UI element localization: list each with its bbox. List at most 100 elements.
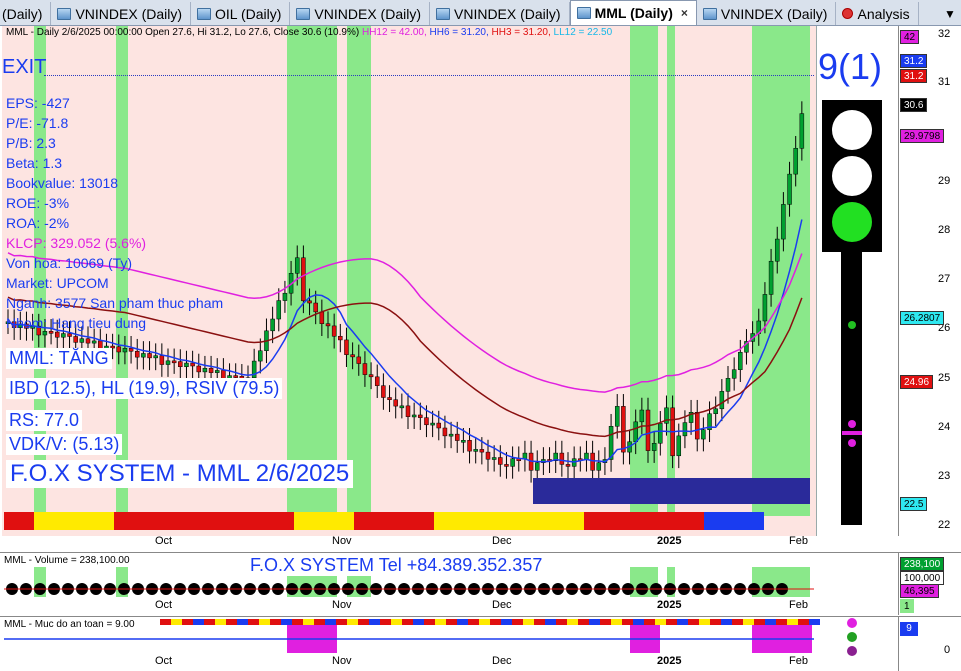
candle-body <box>430 422 435 426</box>
safety-strip-block <box>490 619 501 625</box>
vol-month-2025: 2025 <box>657 599 682 611</box>
safety-month-2025: 2025 <box>657 655 682 667</box>
candle-body <box>251 360 257 379</box>
vol-month-oct: Oct <box>155 599 173 611</box>
price-tick-label: 23 <box>938 470 951 482</box>
price-axis-tag: 30.6 <box>900 98 928 112</box>
candle-body <box>621 406 626 453</box>
tab-5[interactable]: MML (Daily) × <box>569 0 697 25</box>
analysis-icon <box>842 8 854 19</box>
tab-4[interactable]: VNINDEX (Daily) <box>430 2 570 25</box>
safety-pane[interactable]: MML - Muc do an toan = 9.00 9 0 Oct Nov … <box>0 616 961 671</box>
candle-body <box>381 385 386 398</box>
candle-body <box>338 335 343 341</box>
candle-body <box>781 204 786 240</box>
price-pane[interactable]: MML - Daily 2/6/2025 00:00:00 Open 27.6,… <box>0 26 961 550</box>
candle-body <box>424 417 429 426</box>
safety-strip-block <box>699 619 710 625</box>
candle-body <box>614 406 620 427</box>
safety-strip-block <box>787 619 798 625</box>
signal-light-bottom <box>832 202 872 242</box>
safety-month-dec: Dec <box>492 655 512 667</box>
candle-body <box>276 300 282 320</box>
tab-0[interactable]: (Daily) <box>0 2 52 25</box>
header-hh6: HH6 = 31.20, <box>429 27 489 38</box>
tab-label: Analysis <box>857 5 910 22</box>
green-zone <box>347 26 371 516</box>
status-strip-block <box>34 512 114 530</box>
candle-body <box>159 355 165 365</box>
signal-title: 9(1) <box>818 46 883 87</box>
candle-body <box>510 458 515 467</box>
safety-value-tag: 9 <box>900 622 918 636</box>
market-value: Market: UPCOM <box>6 275 109 291</box>
bookvalue-value: Bookvalue: 13018 <box>6 175 119 191</box>
signal-light-middle <box>832 156 872 196</box>
candle-body <box>73 336 78 343</box>
candle-body <box>350 354 355 358</box>
tab-1[interactable]: VNINDEX (Daily) <box>51 2 192 25</box>
support-zone <box>533 478 810 504</box>
safety-strip-block <box>556 619 567 625</box>
candle-body <box>67 333 72 337</box>
safety-strip-block <box>171 619 182 625</box>
safety-strip-block <box>732 619 743 625</box>
candle-body <box>651 442 657 451</box>
candle-body <box>399 405 405 409</box>
candle-body <box>190 362 195 367</box>
candle-body <box>282 292 288 301</box>
price-axis-tag: 22.5 <box>900 497 928 511</box>
volume-title: MML - Volume = 238,100.00 <box>4 555 130 566</box>
tab-label: VNINDEX (Daily) <box>75 5 183 22</box>
safety-strip-block <box>424 619 435 625</box>
month-label-nov: Nov <box>332 535 352 547</box>
safety-title: MML - Muc do an toan = 9.00 <box>4 619 135 630</box>
candle-body <box>738 351 743 370</box>
pole-markers <box>842 321 862 447</box>
candle-body <box>584 452 589 460</box>
price-tick-label: 22 <box>938 519 951 531</box>
tab-2[interactable]: OIL (Daily) <box>191 2 291 25</box>
candle-body <box>405 405 411 417</box>
volume-axis-tag: 100,000 <box>900 571 945 585</box>
candle-body <box>331 325 337 337</box>
tab-scroll-icon[interactable]: ▼ <box>939 2 961 25</box>
tab-label: MML (Daily) <box>594 5 673 21</box>
roa-value: ROA: -2% <box>6 215 70 231</box>
safety-month-feb: Feb <box>789 655 808 667</box>
safety-dots <box>847 618 857 656</box>
safety-strip-block <box>446 619 457 625</box>
candle-body <box>676 435 682 457</box>
month-label-oct: Oct <box>155 535 173 547</box>
safety-strip-block <box>435 619 446 625</box>
safety-chart-svg <box>4 619 820 653</box>
safety-strip-block <box>523 619 534 625</box>
candle-body <box>596 462 602 471</box>
chart-header: MML - Daily 2/6/2025 00:00:00 Open 27.6,… <box>6 27 612 38</box>
safety-strip-block <box>798 619 809 625</box>
safety-strip-block <box>281 619 292 625</box>
tab-label: OIL (Daily) <box>215 5 282 22</box>
safety-month-nov: Nov <box>332 655 352 667</box>
tab-3[interactable]: VNINDEX (Daily) <box>290 2 430 25</box>
tab-6[interactable]: VNINDEX (Daily) <box>697 2 837 25</box>
trend-vdk: VDK/V: (5.13) <box>6 434 123 455</box>
status-strip-block <box>4 512 34 530</box>
pb-value: P/B: 2.3 <box>6 135 56 151</box>
candle-body <box>774 238 780 262</box>
candle-body <box>214 370 220 373</box>
trend-status: MML: TĂNG <box>6 348 112 369</box>
safety-strip-block <box>314 619 325 625</box>
tab-7[interactable]: Analysis <box>836 2 919 25</box>
candle-body <box>202 367 208 373</box>
volume-pane[interactable]: MML - Volume = 238,100.00 F.O.X SYSTEM T… <box>0 552 961 615</box>
safety-strip-block <box>380 619 391 625</box>
candle-body <box>387 397 392 400</box>
candle-body <box>565 464 571 467</box>
close-icon[interactable]: × <box>681 6 688 20</box>
roe-value: ROE: -3% <box>6 195 70 211</box>
status-strip-block <box>704 512 764 530</box>
vol-month-nov: Nov <box>332 599 352 611</box>
chart-icon <box>702 7 717 20</box>
safety-strip-block <box>721 619 732 625</box>
